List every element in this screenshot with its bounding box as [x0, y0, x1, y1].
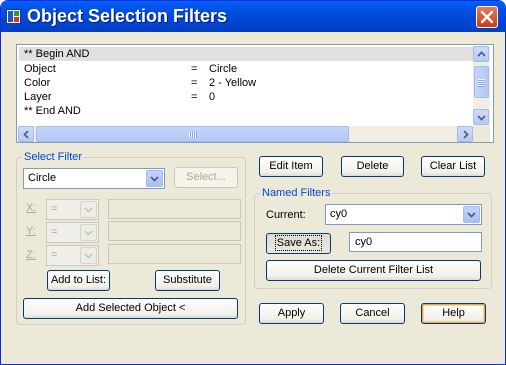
close-button[interactable]	[476, 6, 498, 28]
clear-list-button[interactable]: Clear List	[421, 156, 485, 177]
chevron-down-icon	[467, 212, 476, 218]
list-item[interactable]: ** Begin AND	[19, 47, 473, 61]
dropdown-button[interactable]	[80, 201, 97, 218]
scrollbar-corner	[473, 126, 490, 142]
dropdown-button[interactable]	[80, 247, 97, 264]
chevron-down-icon	[150, 176, 159, 182]
z-axis-label: Z:	[26, 249, 36, 261]
chevron-down-icon	[84, 230, 93, 236]
edit-item-button[interactable]: Edit Item	[259, 156, 323, 177]
save-as-field[interactable]: cy0	[349, 232, 482, 252]
chevron-down-icon	[84, 207, 93, 213]
add-to-list-button[interactable]: Add to List:	[47, 270, 110, 291]
dropdown-button[interactable]	[146, 170, 163, 187]
window-title: Object Selection Filters	[27, 6, 228, 26]
apply-button[interactable]: Apply	[259, 303, 324, 324]
z-operator-dropdown[interactable]: =	[46, 245, 99, 266]
current-label: Current:	[266, 209, 306, 221]
named-filters-label: Named Filters	[260, 187, 333, 199]
delete-button[interactable]: Delete	[341, 156, 404, 177]
scroll-left-button[interactable]	[18, 126, 34, 142]
close-icon	[480, 10, 494, 24]
vertical-scrollbar[interactable]	[473, 46, 490, 127]
autocad-app-icon	[6, 9, 21, 24]
z-value-field[interactable]	[108, 244, 241, 264]
y-axis-label: Y:	[26, 225, 36, 237]
substitute-button[interactable]: Substitute	[155, 270, 220, 291]
horizontal-scroll-thumb[interactable]	[36, 126, 349, 142]
x-axis-label: X:	[26, 202, 37, 214]
filter-list[interactable]: ** Begin AND Object = Circle Color = 2 -…	[16, 44, 494, 143]
chevron-left-icon	[23, 130, 29, 139]
y-operator-dropdown[interactable]: =	[46, 222, 99, 243]
scroll-up-button[interactable]	[473, 46, 489, 62]
scroll-right-button[interactable]	[457, 126, 473, 142]
chevron-right-icon	[463, 130, 469, 139]
add-selected-object-button[interactable]: Add Selected Object <	[23, 298, 238, 319]
scroll-down-button[interactable]	[473, 109, 489, 125]
select-button[interactable]: Select...	[174, 167, 238, 188]
y-value-field[interactable]	[108, 221, 241, 241]
dropdown-button[interactable]	[463, 206, 480, 223]
delete-current-filter-list-button[interactable]: Delete Current Filter List	[266, 260, 481, 281]
title-bar[interactable]: Object Selection Filters	[1, 1, 505, 32]
chevron-up-icon	[477, 51, 486, 57]
cancel-button[interactable]: Cancel	[340, 303, 405, 324]
dialog-window: Object Selection Filters ** Begin AND Ob…	[0, 0, 506, 365]
dropdown-button[interactable]	[80, 224, 97, 241]
chevron-down-icon	[477, 115, 486, 121]
filter-type-dropdown[interactable]: Circle	[23, 168, 165, 189]
x-operator-dropdown[interactable]: =	[46, 199, 99, 220]
vertical-scroll-thumb[interactable]	[474, 66, 489, 98]
save-as-button[interactable]: Save As:	[266, 233, 331, 254]
x-value-field[interactable]	[108, 199, 241, 219]
horizontal-scrollbar[interactable]	[18, 126, 473, 142]
select-filter-label: Select Filter	[22, 151, 85, 163]
help-button[interactable]: Help	[421, 303, 486, 324]
chevron-down-icon	[84, 253, 93, 259]
current-filter-dropdown[interactable]: cy0	[325, 204, 482, 225]
